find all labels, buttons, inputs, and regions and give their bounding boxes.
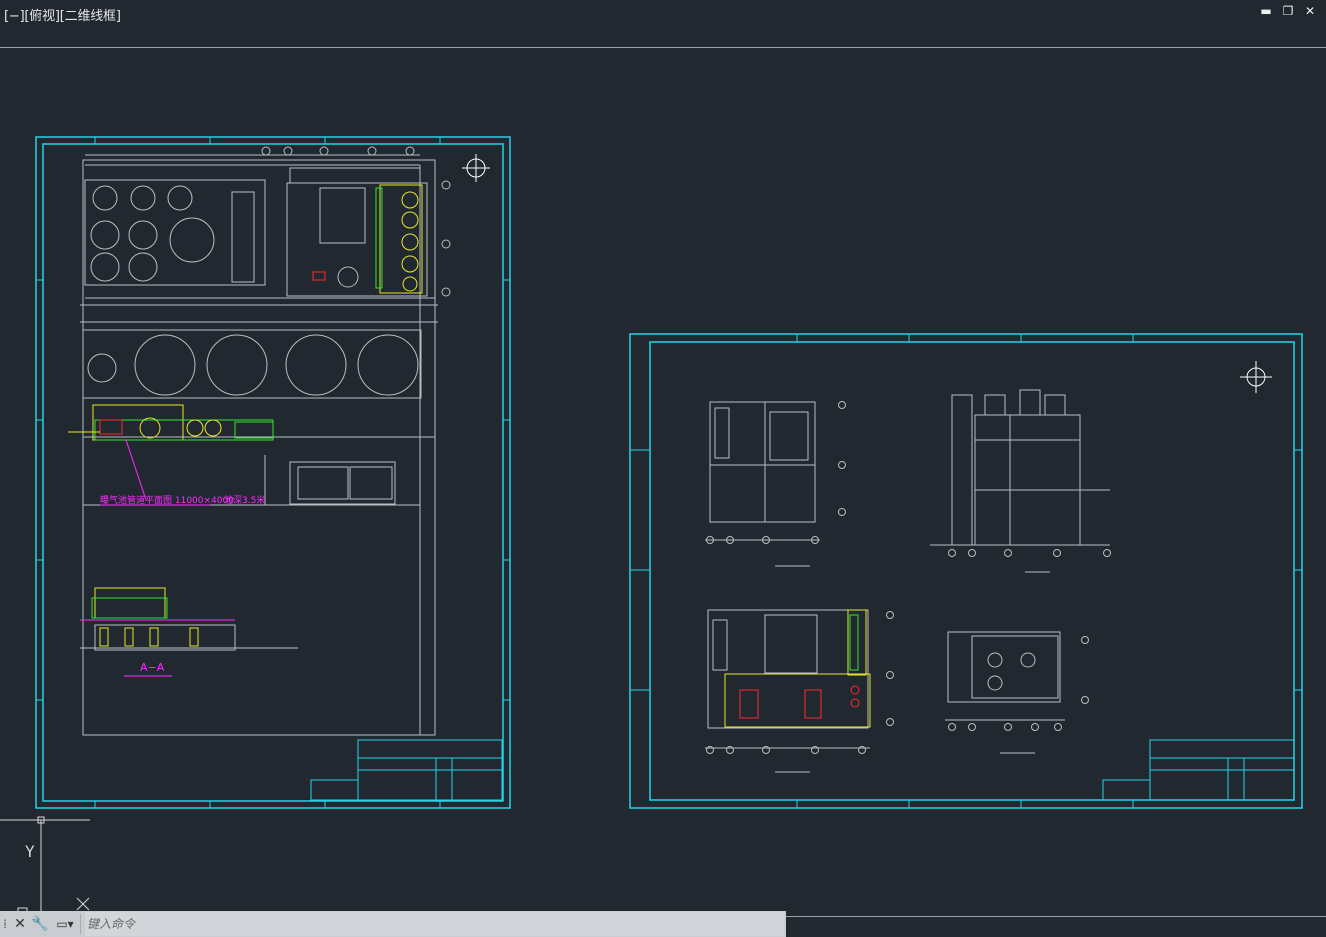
sheet-1-ticks [36, 137, 510, 808]
sheet-2-section [930, 389, 1111, 573]
sheet-2-outer-frame [629, 333, 1303, 809]
sheet-1-section: A−A [80, 587, 298, 677]
command-line: ⁞ ✕ 🔧 ▭▾ [0, 911, 786, 937]
command-input[interactable] [85, 912, 784, 936]
sheet-2-title-block [1102, 739, 1295, 801]
ucs-y-label: Y [25, 842, 35, 861]
sheet-1-outer-frame [35, 136, 511, 809]
sheet-2[interactable] [629, 333, 1303, 809]
wrench-icon[interactable]: 🔧 [30, 911, 50, 937]
ucs-icon [0, 816, 90, 918]
sheet-1-compass [462, 154, 490, 182]
sheet-1[interactable]: 曝气池管道平面图 11000×4000 池深3.5米 A−A [35, 136, 511, 809]
command-history-icon[interactable]: ▭▾ [50, 914, 81, 934]
sheet-2-plan-3 [945, 631, 1089, 754]
sheet-2-plan-1 [705, 401, 846, 567]
sheet-2-plan-2 [705, 609, 894, 773]
annotation-text-2: 池深3.5米 [224, 494, 265, 506]
sheet-1-equipment [68, 184, 423, 441]
section-label: A−A [140, 661, 165, 674]
annotation-text: 曝气池管道平面图 11000×4000 [100, 494, 234, 506]
command-grip-handle[interactable]: ⁞ [0, 911, 10, 937]
sheet-1-annotation: 曝气池管道平面图 11000×4000 池深3.5米 [100, 439, 265, 506]
sheet-1-title-block [310, 739, 503, 801]
sheet-2-compass [1240, 361, 1272, 393]
command-close-icon[interactable]: ✕ [10, 911, 30, 937]
drawing-canvas[interactable]: 曝气池管道平面图 11000×4000 池深3.5米 A−A [0, 0, 1326, 937]
sheet-1-inner-frame [42, 143, 504, 802]
sheet-2-ticks [630, 334, 1302, 808]
